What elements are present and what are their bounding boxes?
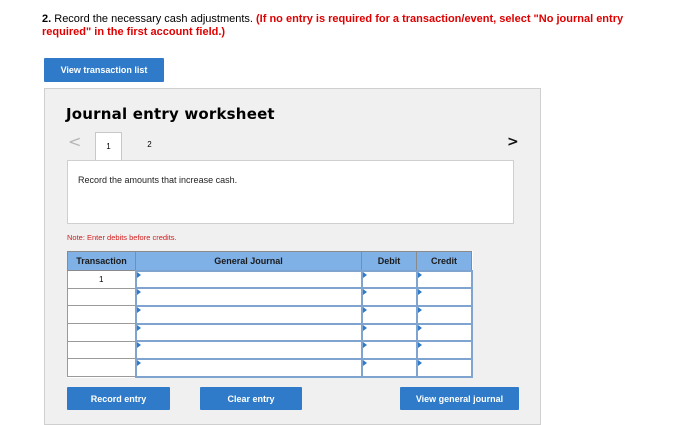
question-body: Record the necessary cash adjustments. [51, 13, 257, 25]
debit-input[interactable] [360, 269, 418, 290]
journal-entry-worksheet: Journal entry worksheet < 1 2 > Record t… [44, 88, 541, 425]
debit-input[interactable] [360, 287, 418, 307]
credit-input[interactable] [415, 322, 473, 343]
account-input[interactable] [134, 340, 363, 360]
header-general-journal: General Journal [135, 251, 362, 271]
header-transaction: Transaction [67, 251, 136, 271]
header-credit: Credit [416, 251, 472, 271]
credit-input[interactable] [415, 357, 473, 378]
transaction-cell [67, 340, 136, 360]
transaction-cell [67, 305, 136, 325]
credit-input[interactable] [415, 287, 473, 307]
prompt-box: Record the amounts that increase cash. [67, 160, 514, 224]
transaction-cell: 1 [67, 270, 136, 289]
debit-input[interactable] [360, 322, 418, 343]
account-input[interactable] [134, 269, 363, 290]
question-number: 2. [42, 13, 52, 25]
account-input[interactable] [134, 357, 363, 378]
debit-input[interactable] [360, 304, 418, 325]
credit-input[interactable] [415, 340, 473, 360]
debit-input[interactable] [360, 357, 418, 378]
tab-1[interactable]: 1 [95, 132, 122, 160]
record-entry-button[interactable]: Record entry [67, 387, 170, 410]
clear-entry-button[interactable]: Clear entry [200, 387, 302, 410]
journal-header-row: Transaction General Journal Debit Credit [67, 251, 472, 271]
credit-input[interactable] [415, 269, 473, 290]
account-input[interactable] [134, 304, 363, 325]
table-row [67, 340, 473, 360]
credit-input[interactable] [415, 304, 473, 325]
tab-2[interactable]: 2 [136, 132, 163, 157]
table-row [67, 287, 473, 307]
view-transaction-list-button[interactable]: View transaction list [44, 58, 164, 82]
question-text: 2. Record the necessary cash adjustments… [42, 13, 674, 39]
next-arrow-icon[interactable]: > [507, 133, 519, 151]
table-row [67, 322, 473, 343]
account-input[interactable] [134, 287, 363, 307]
table-row [67, 304, 473, 325]
transaction-cell [67, 323, 136, 342]
header-debit: Debit [361, 251, 417, 271]
account-input[interactable] [134, 322, 363, 343]
debits-credits-note: Note: Enter debits before credits. [67, 233, 177, 242]
worksheet-prompt: Record the amounts that increase cash. [78, 175, 238, 185]
table-row: 1 [67, 269, 473, 290]
worksheet-title: Journal entry worksheet [66, 105, 275, 123]
journal-table: Transaction General Journal Debit Credit… [67, 251, 473, 378]
transaction-cell [67, 287, 136, 307]
transaction-cell [67, 358, 136, 378]
view-general-journal-button[interactable]: View general journal [400, 387, 519, 410]
debit-input[interactable] [360, 340, 418, 360]
table-row [67, 357, 473, 378]
previous-arrow-icon[interactable]: < [68, 133, 81, 151]
